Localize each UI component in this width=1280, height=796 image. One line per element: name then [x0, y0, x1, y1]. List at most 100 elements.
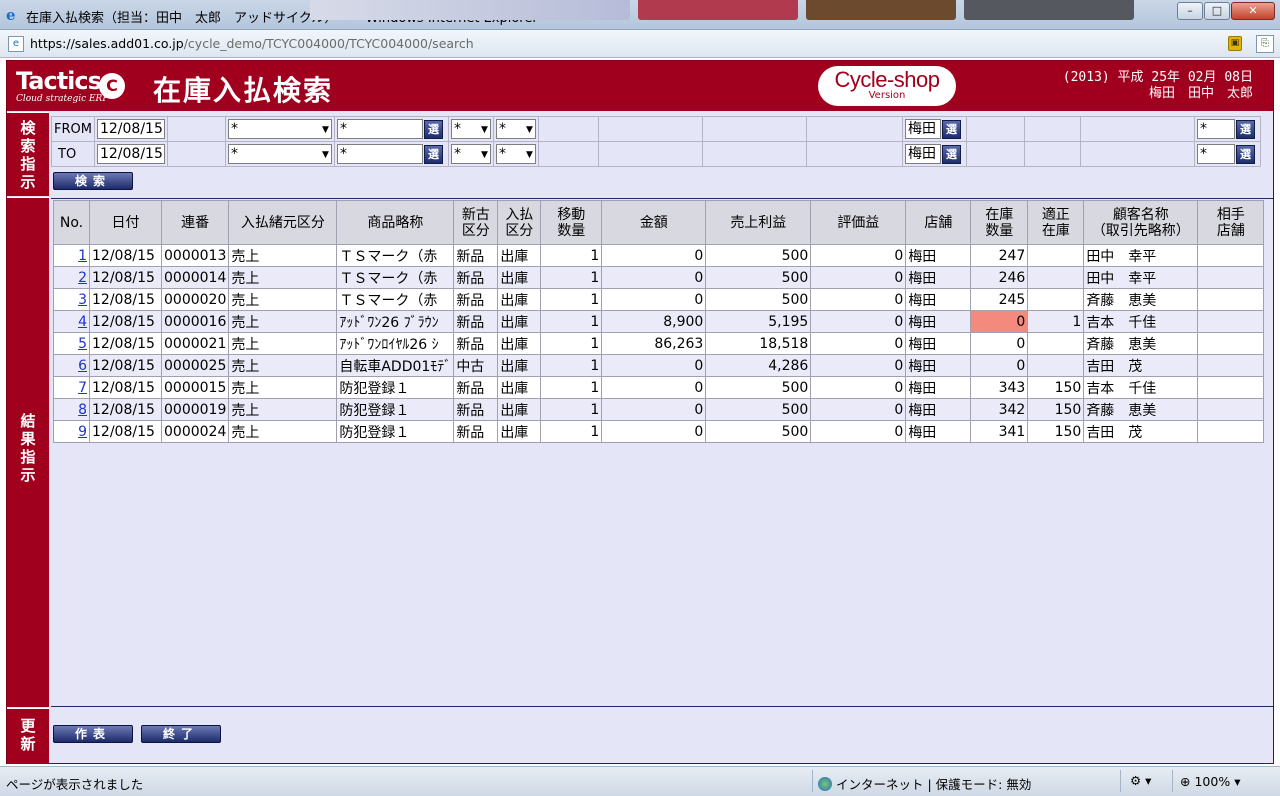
row-number-link[interactable]: 1: [78, 248, 87, 264]
lock-icon[interactable]: ▣: [1228, 36, 1242, 51]
cell-customer: 斉藤 恵美: [1083, 288, 1199, 311]
row-number-link[interactable]: 7: [78, 380, 87, 396]
column-header: 連番: [160, 200, 230, 245]
to-date-input[interactable]: 12/08/15: [96, 144, 165, 164]
to-new-select[interactable]: * ▼: [450, 144, 491, 164]
row-number-link[interactable]: 6: [78, 358, 87, 374]
from-item-pick-button[interactable]: 選: [423, 119, 443, 139]
cell-profit: 500: [705, 266, 812, 289]
row-number-link[interactable]: 3: [78, 292, 87, 308]
from-store-pick-button[interactable]: 選: [941, 119, 961, 139]
search-button[interactable]: 検索: [53, 172, 133, 190]
from-new-select[interactable]: * ▼: [450, 119, 491, 139]
empty-cell: [701, 141, 807, 167]
section-divider: [51, 706, 1273, 707]
cell-gain: 0: [810, 266, 907, 289]
cell-inout: 出庫: [497, 266, 542, 289]
cell-stock: 0: [970, 310, 1029, 333]
cell-item: 防犯登録１: [336, 376, 455, 399]
to-store-pick-button[interactable]: 選: [941, 144, 961, 164]
status-bar: ページが表示されました インターネット | 保護モード: 無効 ⚙ ▾ ⊕ 10…: [0, 766, 1280, 796]
cell-stock: 245: [970, 288, 1029, 311]
cell-seq: 0000015: [160, 376, 230, 399]
cell-proper: [1027, 332, 1085, 355]
compatibility-icon[interactable]: ⎘: [1256, 35, 1274, 53]
cell-item: 自転車ADD01ﾓﾃﾞ: [336, 354, 455, 377]
row-number-link[interactable]: 2: [78, 270, 87, 286]
cell-amount: 8,900: [601, 310, 707, 333]
row-number-link[interactable]: 5: [78, 336, 87, 352]
row-number-link[interactable]: 8: [78, 402, 87, 418]
cell-profit: 500: [705, 288, 812, 311]
to-partner-pick-button[interactable]: 選: [1235, 144, 1255, 164]
row-number-link[interactable]: 9: [78, 424, 87, 440]
logo-text: Tactics: [16, 67, 102, 95]
zoom-icon: ⊕: [1180, 774, 1191, 789]
to-inout-select[interactable]: * ▼: [495, 144, 536, 164]
address-bar[interactable]: e https://sales.add01.co.jp/cycle_demo/T…: [0, 30, 1280, 58]
row-number-link[interactable]: 4: [78, 314, 87, 330]
zoom-control[interactable]: ⊕ 100% ▾: [1180, 774, 1240, 789]
results-panel: No. 日付 連番 入払緒元区分 商品略称 新古 区分 入払 区分 移動 数量 金額 売上利益 評価…: [51, 198, 1273, 706]
cell-stock: 0: [970, 354, 1029, 377]
to-kbn-select[interactable]: * ▼: [227, 144, 332, 164]
cell-partner: [1197, 332, 1265, 355]
cell-customer: 斉藤 恵美: [1083, 332, 1199, 355]
cell-stock: 246: [970, 266, 1029, 289]
from-inout-value: *: [498, 121, 506, 137]
cell-gain: 0: [810, 332, 907, 355]
from-kbn-select[interactable]: * ▼: [227, 119, 332, 139]
cell-store: 梅田: [905, 354, 972, 377]
to-item-input[interactable]: *: [336, 144, 423, 164]
make-table-button[interactable]: 作表: [53, 725, 133, 743]
maximize-button[interactable]: □: [1204, 2, 1230, 20]
cell-partner: [1197, 398, 1265, 421]
table-row: 3 12/08/15 0000020 売上 ＴＳマーク（赤 新品 出庫 1 0 500 0 梅田 245…: [53, 288, 1265, 311]
cell-date: 12/08/15: [89, 398, 162, 421]
label-char: 示: [20, 466, 36, 484]
security-settings-icon[interactable]: ⚙ ▾: [1130, 773, 1151, 788]
to-kbn-value: *: [230, 146, 238, 162]
cell-seq: 0000024: [160, 420, 230, 443]
cell-kbn: 売上: [228, 288, 338, 311]
cell-partner: [1197, 420, 1265, 443]
cell-date: 12/08/15: [89, 354, 162, 377]
empty-cell: [597, 141, 703, 167]
empty-cell: [965, 116, 1025, 142]
to-item-pick-button[interactable]: 選: [423, 144, 443, 164]
url-field[interactable]: https://sales.add01.co.jp/cycle_demo/TCY…: [30, 36, 474, 51]
close-button[interactable]: ✕: [1231, 2, 1275, 20]
from-inout-select[interactable]: * ▼: [495, 119, 536, 139]
table-row: 7 12/08/15 0000015 売上 防犯登録１ 新品 出庫 1 0 500 0 梅田 343 15…: [53, 376, 1265, 399]
cell-newold: 新品: [453, 398, 499, 421]
search-criteria-table: FROM 12/08/15 * ▼ * 選 * ▼ * ▼ 梅田選 * 選 TO…: [51, 116, 1261, 167]
to-partner-input[interactable]: *: [1196, 144, 1235, 164]
to-store-input[interactable]: 梅田: [904, 144, 941, 164]
from-partner-pick-button[interactable]: 選: [1235, 119, 1255, 139]
cell-item: ｱｯﾄﾞﾜﾝﾛｲﾔﾙ26 ｼ: [336, 332, 455, 355]
empty-cell: [1079, 116, 1195, 142]
column-header: 新古 区分: [453, 200, 499, 245]
cell-proper: 150: [1027, 376, 1085, 399]
cell-kbn: 売上: [228, 244, 338, 267]
cell-proper: 150: [1027, 420, 1085, 443]
empty-cell: [537, 116, 599, 142]
update-panel: 作表 終了: [51, 706, 1273, 763]
exit-button[interactable]: 終了: [141, 725, 221, 743]
globe-icon: [818, 777, 832, 791]
logo-subtext: Cloud strategic ERP: [16, 94, 109, 104]
from-store-input[interactable]: 梅田: [904, 119, 941, 139]
cell-inout: 出庫: [497, 376, 542, 399]
cell-qty: 1: [540, 288, 603, 311]
cell-gain: 0: [810, 310, 907, 333]
from-date-input[interactable]: 12/08/15: [96, 119, 165, 139]
minimize-button[interactable]: –: [1177, 2, 1203, 20]
cell-stock: 247: [970, 244, 1029, 267]
empty-cell: [805, 141, 903, 167]
table-row: 4 12/08/15 0000016 売上 ｱｯﾄﾞﾜﾝ26 ﾌﾞﾗｳﾝ 新品 出庫 1 8,9…: [53, 310, 1265, 333]
cell-newold: 新品: [453, 288, 499, 311]
security-zone[interactable]: インターネット | 保護モード: 無効: [818, 774, 1031, 793]
from-partner-input[interactable]: *: [1196, 119, 1235, 139]
from-item-input[interactable]: *: [336, 119, 423, 139]
cell-qty: 1: [540, 310, 603, 333]
